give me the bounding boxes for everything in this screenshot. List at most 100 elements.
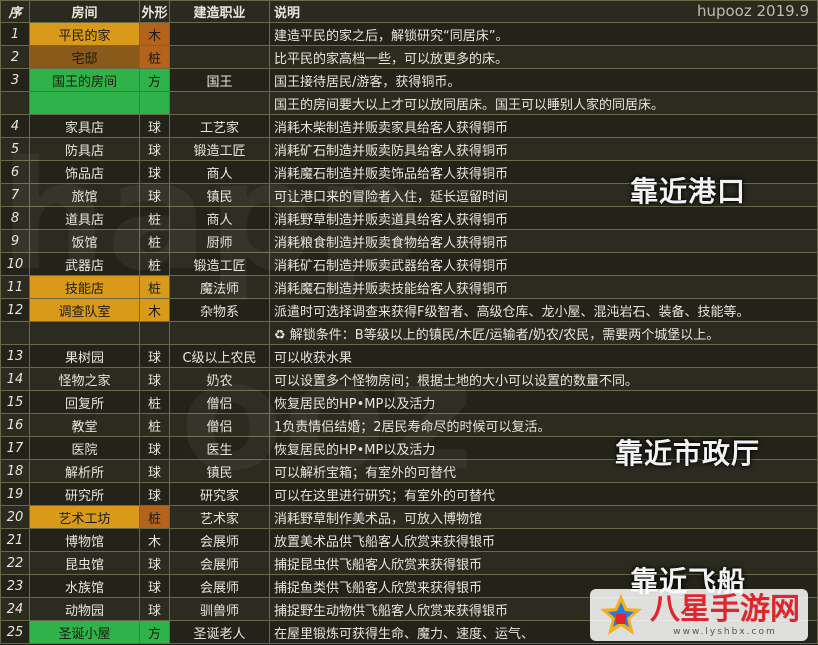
room-name: 国王的房间: [29, 68, 140, 92]
room-name: 医院: [29, 436, 140, 460]
room-name: 艺术工坊: [29, 505, 140, 529]
room-shape: 球: [139, 482, 170, 506]
room-name: 研究所: [29, 482, 140, 506]
room-shape: 球: [139, 183, 170, 207]
room-description: 恢复居民的HP•MP以及活力: [269, 390, 818, 414]
table-row: 17 医院球医生 恢复居民的HP•MP以及活力: [0, 436, 818, 460]
table-row: 6 饰品店球商人 消耗魔石制造并贩卖饰品给客人获得铜币: [0, 160, 818, 184]
builder-job: [169, 321, 270, 345]
row-index: 11: [0, 275, 30, 299]
room-shape: 球: [139, 574, 170, 598]
table-row: 16 教堂桩僧侣 1负责情侣结婚；2居民寿命尽的时候可以复活。: [0, 413, 818, 437]
table-row: 国王的房间要大以上才可以放同居床。国王可以睡别人家的同居床。: [0, 91, 818, 115]
table-row: ♻ 解锁条件：B等级以上的镇民/木匠/运输者/奶农/农民，需要两个城堡以上。: [0, 321, 818, 345]
star-logo-icon: [600, 594, 642, 635]
room-name: [29, 321, 140, 345]
room-description: 消耗魔石制造并贩卖饰品给客人获得铜币: [269, 160, 818, 184]
room-name: 道具店: [29, 206, 140, 230]
table-row: 2 宅邸桩 比平民的家高档一些，可以放更多的床。: [0, 45, 818, 69]
row-index: 13: [0, 344, 30, 368]
table-row: 20 艺术工坊桩艺术家 消耗野草制作美术品，可放入博物馆: [0, 505, 818, 529]
room-name: 技能店: [29, 275, 140, 299]
row-index: 9: [0, 229, 30, 253]
header-room: 房间: [29, 0, 140, 23]
row-index: 23: [0, 574, 30, 598]
logo-text: 八星手游网: [650, 592, 800, 627]
room-shape: 球: [139, 160, 170, 184]
builder-job: [169, 45, 270, 69]
room-description: 1负责情侣结婚；2居民寿命尽的时候可以复活。: [269, 413, 818, 437]
room-shape: 球: [139, 436, 170, 460]
room-shape: 球: [139, 137, 170, 161]
builder-job: 会展师: [169, 551, 270, 575]
builder-job: [169, 91, 270, 115]
room-description: 消耗野草制作美术品，可放入博物馆: [269, 505, 818, 529]
room-name: 武器店: [29, 252, 140, 276]
room-shape: 球: [139, 597, 170, 621]
room-shape: 球: [139, 114, 170, 138]
builder-job: 商人: [169, 206, 270, 230]
room-shape: 球: [139, 367, 170, 391]
room-name: 动物园: [29, 597, 140, 621]
builder-job: 国王: [169, 68, 270, 92]
header-note-label: 说明: [274, 6, 301, 21]
header-shape: 外形: [139, 0, 170, 23]
room-name: 水族馆: [29, 574, 140, 598]
table-row: 4 家具店球工艺家 消耗木柴制造并贩卖家具给客人获得铜币: [0, 114, 818, 138]
room-shape: 桩: [139, 206, 170, 230]
row-index: 8: [0, 206, 30, 230]
room-description: 可以在这里进行研究；有室外的可替代: [269, 482, 818, 506]
room-name: 解析所: [29, 459, 140, 483]
row-index: 4: [0, 114, 30, 138]
builder-job: 圣诞老人: [169, 620, 270, 644]
room-description: 放置美术品供飞船客人欣赏来获得银币: [269, 528, 818, 552]
row-index: 5: [0, 137, 30, 161]
row-index: 19: [0, 482, 30, 506]
builder-job: 奶农: [169, 367, 270, 391]
builder-job: 厨师: [169, 229, 270, 253]
table-row: 7 旅馆球镇民 可让港口来的冒险者入住，延长逗留时间: [0, 183, 818, 207]
room-description: 捕捉昆虫供飞船客人欣赏来获得银币: [269, 551, 818, 575]
table-row: 11 技能店桩魔法师 消耗魔石制造并贩卖技能给客人获得铜币: [0, 275, 818, 299]
room-shape: 方: [139, 68, 170, 92]
header-job: 建造职业: [169, 0, 270, 23]
room-description: 国王接待居民/游客，获得铜币。: [269, 68, 818, 92]
room-shape: 桩: [139, 275, 170, 299]
room-name: 怪物之家: [29, 367, 140, 391]
room-description: 派遣时可选择调查来获得F级智者、高级仓库、龙小屋、混沌岩石、装备、技能等。: [269, 298, 818, 322]
row-index: 21: [0, 528, 30, 552]
row-index: 24: [0, 597, 30, 621]
room-description: 消耗魔石制造并贩卖技能给客人获得铜币: [269, 275, 818, 299]
room-name: 调查队室: [29, 298, 140, 322]
room-name: 果树园: [29, 344, 140, 368]
room-name: 家具店: [29, 114, 140, 138]
builder-job: 僧侣: [169, 390, 270, 414]
room-name: 防具店: [29, 137, 140, 161]
builder-job: 研究家: [169, 482, 270, 506]
builder-job: 艺术家: [169, 505, 270, 529]
table-row: 13 果树园球 C级以上农民 可以收获水果: [0, 344, 818, 368]
room-shape: 球: [139, 459, 170, 483]
room-description: 消耗矿石制造并贩卖武器给客人获得铜币: [269, 252, 818, 276]
room-shape: 桩: [139, 505, 170, 529]
table-row: 9 饭馆桩厨师 消耗粮食制造并贩卖食物给客人获得铜币: [0, 229, 818, 253]
room-name: 饭馆: [29, 229, 140, 253]
table-row: 8 道具店桩商人 消耗野草制造并贩卖道具给客人获得铜币: [0, 206, 818, 230]
room-name: 圣诞小屋: [29, 620, 140, 644]
room-description: 可以设置多个怪物房间；根据土地的大小可以设置的数量不同。: [269, 367, 818, 391]
room-name: 平民的家: [29, 22, 140, 46]
room-shape: 木: [139, 298, 170, 322]
builder-job: 杂物系: [169, 298, 270, 322]
builder-job: 魔法师: [169, 275, 270, 299]
room-description: 消耗木柴制造并贩卖家具给客人获得铜币: [269, 114, 818, 138]
table-row: 10 武器店桩锻造工匠 消耗矿石制造并贩卖武器给客人获得铜币: [0, 252, 818, 276]
row-index: 2: [0, 45, 30, 69]
builder-job: 僧侣: [169, 413, 270, 437]
room-name: 旅馆: [29, 183, 140, 207]
table-row: 19 研究所球研究家 可以在这里进行研究；有室外的可替代: [0, 482, 818, 506]
table-row: 22 昆虫馆球会展师 捕捉昆虫供飞船客人欣赏来获得银币: [0, 551, 818, 575]
builder-job: C级以上农民: [169, 344, 270, 368]
credit-text: hupooz 2019.9: [696, 2, 809, 20]
table-row: 3 国王的房间方国王 国王接待居民/游客，获得铜币。: [0, 68, 818, 92]
header-note: 说明 hupooz 2019.9: [269, 0, 818, 23]
